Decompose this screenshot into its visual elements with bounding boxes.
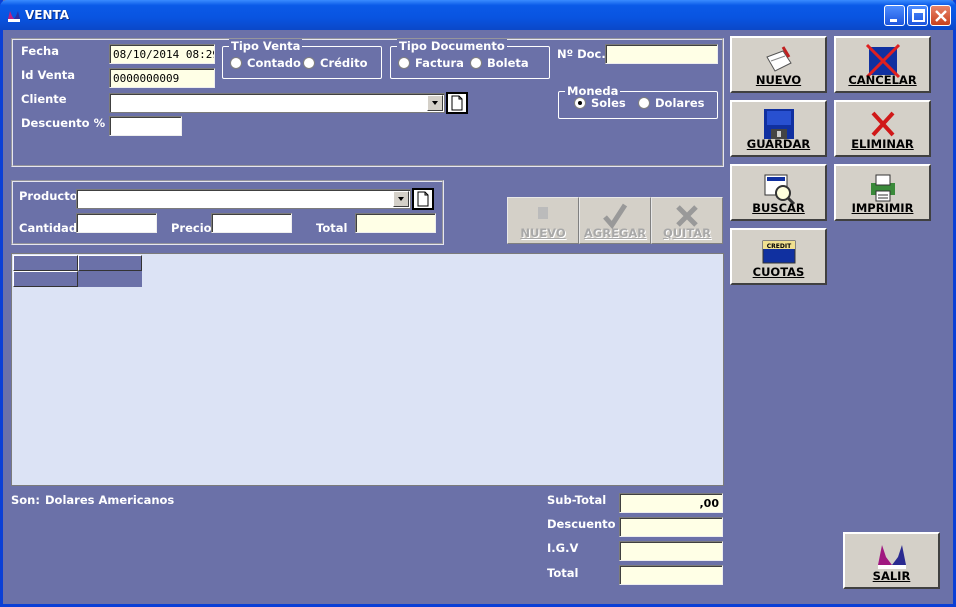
igv-field[interactable] (619, 541, 723, 561)
new-item-icon (538, 207, 548, 219)
app-hands-icon (8, 11, 20, 22)
svg-text:CREDIT: CREDIT (766, 243, 791, 250)
imprimir-button[interactable]: IMPRIMIR (834, 164, 931, 221)
cliente-new-doc-button[interactable] (446, 92, 468, 114)
descuento-label: Descuento % (21, 116, 106, 130)
footer-descuento-field[interactable] (619, 517, 723, 537)
grid-corner-cell (13, 255, 78, 271)
son-label: Son: (11, 493, 40, 507)
guardar-button[interactable]: GUARDAR (730, 100, 827, 157)
tipo-venta-title: Tipo Venta (229, 39, 303, 53)
footer-total-field[interactable] (619, 565, 723, 585)
chevron-down-icon[interactable] (427, 95, 443, 111)
chevron-down-icon[interactable] (393, 191, 409, 207)
ndoc-label: Nº Doc. (557, 47, 606, 61)
close-button[interactable] (930, 5, 951, 26)
descuento-field[interactable] (109, 116, 182, 136)
grid-row-header[interactable] (13, 271, 78, 287)
subtotal-field[interactable]: ,00 (619, 493, 723, 513)
radio-dolares[interactable]: Dolares (638, 96, 704, 110)
idventa-label: Id Venta (21, 68, 76, 82)
eliminar-button[interactable]: ELIMINAR (834, 100, 931, 157)
document-icon (417, 191, 429, 207)
minimize-button[interactable] (884, 5, 905, 26)
ndoc-field[interactable] (605, 44, 718, 64)
producto-combo[interactable] (76, 189, 411, 209)
radio-contado[interactable]: Contado (230, 56, 301, 70)
producto-new-doc-button[interactable] (412, 188, 434, 210)
cantidad-field[interactable] (76, 213, 157, 233)
cantidad-label: Cantidad (19, 221, 78, 235)
producto-label: Producto (19, 189, 78, 203)
grid-header-cell[interactable] (78, 255, 142, 271)
fecha-field[interactable]: 08/10/2014 08:29 (109, 44, 215, 64)
idventa-field[interactable]: 0000000009 (109, 68, 215, 88)
nuevo-button[interactable]: NUEVO (730, 36, 827, 93)
radio-factura[interactable]: Factura (398, 56, 464, 70)
radio-soles[interactable]: Soles (574, 96, 626, 110)
document-icon (451, 95, 463, 111)
items-grid[interactable] (11, 253, 724, 486)
maximize-button[interactable] (907, 5, 928, 26)
item-nuevo-button[interactable]: NUEVO (507, 197, 579, 244)
agregar-button[interactable]: AGREGAR (579, 197, 651, 244)
precio-label: Precio (171, 221, 212, 235)
subtotal-label: Sub-Total (547, 493, 607, 507)
credit-card-icon: CREDIT (762, 240, 795, 264)
total-item-label: Total (316, 221, 348, 235)
grid-cell[interactable] (78, 271, 142, 287)
quitar-button[interactable]: QUITAR (651, 197, 723, 244)
son-value: Dolares Americanos (45, 493, 175, 507)
buscar-button[interactable]: BUSCAR (730, 164, 827, 221)
cuotas-button[interactable]: CREDIT CUOTAS (730, 228, 827, 285)
cliente-label: Cliente (21, 92, 67, 106)
footer-total-label: Total (547, 566, 579, 580)
radio-boleta[interactable]: Boleta (470, 56, 529, 70)
title-bar[interactable]: VENTA (0, 0, 956, 30)
exit-hands-icon (877, 545, 906, 569)
cancelar-button[interactable]: CANCELAR (834, 36, 931, 93)
window-title: VENTA (25, 8, 70, 22)
footer-descuento-label: Descuento (547, 517, 616, 531)
radio-credito[interactable]: Crédito (303, 56, 367, 70)
salir-button[interactable]: SALIR (843, 532, 940, 589)
cliente-combo[interactable] (109, 93, 445, 113)
tipo-documento-title: Tipo Documento (397, 39, 507, 53)
precio-field[interactable] (211, 213, 292, 233)
igv-label: I.G.V (547, 541, 579, 555)
total-item-field[interactable] (355, 213, 436, 233)
fecha-label: Fecha (21, 44, 59, 58)
